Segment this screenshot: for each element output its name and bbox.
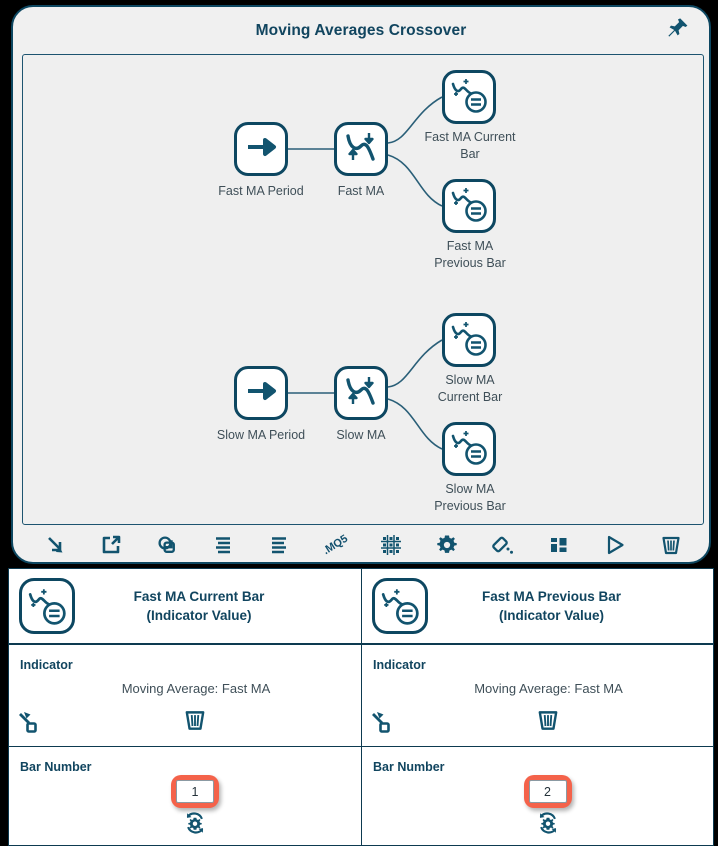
node-fast-ma-period[interactable]: [234, 122, 288, 176]
properties-row: Fast MA Current Bar (Indicator Value) In…: [8, 568, 715, 846]
trash-icon[interactable]: [183, 708, 207, 737]
refresh-gear-icon[interactable]: [536, 811, 560, 840]
mq5-file-icon: .MQ5: [320, 532, 350, 558]
indicator-label: Indicator: [20, 658, 73, 672]
bar-number-section: Bar Number 1: [9, 747, 361, 845]
grid-button[interactable]: [376, 530, 406, 560]
prop-header: Fast MA Current Bar (Indicator Value): [9, 569, 361, 645]
node-label-fast-ma-current-bar: Fast MA Current Bar: [424, 130, 516, 161]
ma-curve-icon: [342, 128, 380, 171]
indicator-value-icon: [449, 427, 489, 472]
indicator-value: Moving Average: Fast MA: [121, 681, 271, 696]
indicator-value-icon: [449, 184, 489, 229]
connect-node-icon[interactable]: [370, 710, 396, 741]
delete-button[interactable]: [656, 530, 686, 560]
graph-toolbar: .MQ5: [22, 528, 704, 562]
bar-number-section: Bar Number 2: [362, 747, 713, 845]
node-slow-ma-period[interactable]: [234, 366, 288, 420]
indicator-actions: [362, 708, 713, 744]
bar-number-highlight: 2: [523, 775, 572, 808]
arrow-right-icon: [244, 374, 278, 413]
node-label-slow-ma-current-bar: Slow MA Current Bar: [437, 373, 503, 404]
panel-titlebar: Moving Averages Crossover: [13, 7, 709, 54]
align-left-button[interactable]: [208, 530, 238, 560]
duplicate-button[interactable]: [152, 530, 182, 560]
indicator-section: Indicator Moving Average: Fast MA: [9, 645, 361, 747]
export-button[interactable]: [96, 530, 126, 560]
run-button[interactable]: [600, 530, 630, 560]
pushpin-icon[interactable]: [663, 13, 693, 43]
refresh-gear-icon[interactable]: [183, 811, 207, 840]
node-fast-ma-current-bar[interactable]: [442, 70, 496, 124]
graph-canvas[interactable]: Fast MA Period Fast MA Fast MA Current B…: [22, 54, 704, 525]
node-label-fast-ma-period: Fast MA Period: [218, 184, 304, 198]
prop-header: Fast MA Previous Bar (Indicator Value): [362, 569, 713, 645]
node-label-fast-ma-previous-bar: Fast MA Previous Bar: [434, 239, 506, 270]
fast-ma-current-bar-properties: Fast MA Current Bar (Indicator Value) In…: [8, 568, 361, 846]
prop-panel-title: Fast MA Previous Bar (Indicator Value): [481, 589, 622, 623]
strategy-builder-panel: Moving Averages Crossover Fast MA Period…: [11, 5, 711, 564]
node-fast-ma[interactable]: [334, 122, 388, 176]
connect-node-icon[interactable]: [17, 710, 43, 741]
page-title: Moving Averages Crossover: [255, 21, 467, 39]
generate-mq5-button[interactable]: .MQ5: [320, 530, 350, 560]
prop-panel-title: Fast MA Current Bar (Indicator Value): [133, 589, 265, 623]
layout-button[interactable]: [544, 530, 574, 560]
ma-curve-icon: [342, 372, 380, 415]
indicator-value-icon: [19, 578, 75, 634]
align-right-button[interactable]: [264, 530, 294, 560]
bar-number-highlight: 1: [171, 775, 219, 808]
settings-button[interactable]: [432, 530, 462, 560]
trash-icon[interactable]: [536, 708, 560, 737]
indicator-value-icon: [372, 578, 428, 634]
node-label-slow-ma: Slow MA: [336, 428, 386, 442]
import-button[interactable]: [40, 530, 70, 560]
bar-number-label: Bar Number: [20, 760, 92, 774]
indicator-value-icon: [449, 318, 489, 363]
node-label-fast-ma: Fast MA: [337, 184, 385, 198]
node-slow-ma[interactable]: [334, 366, 388, 420]
node-fast-ma-previous-bar[interactable]: [442, 179, 496, 233]
bar-number-label: Bar Number: [373, 760, 445, 774]
bar-number-input[interactable]: 1: [176, 780, 214, 803]
node-slow-ma-current-bar[interactable]: [442, 313, 496, 367]
indicator-value-icon: [449, 75, 489, 120]
node-label-slow-ma-period: Slow MA Period: [216, 428, 306, 442]
indicator-label: Indicator: [373, 658, 426, 672]
bar-number-input[interactable]: 2: [528, 780, 567, 803]
eraser-button[interactable]: [488, 530, 518, 560]
node-slow-ma-previous-bar[interactable]: [442, 422, 496, 476]
node-label-slow-ma-previous-bar: Slow MA Previous Bar: [434, 482, 506, 513]
indicator-actions: [9, 708, 361, 744]
fast-ma-previous-bar-properties: Fast MA Previous Bar (Indicator Value) I…: [361, 568, 714, 846]
indicator-section: Indicator Moving Average: Fast MA: [362, 645, 713, 747]
indicator-value: Moving Average: Fast MA: [474, 681, 623, 696]
arrow-right-icon: [244, 130, 278, 169]
